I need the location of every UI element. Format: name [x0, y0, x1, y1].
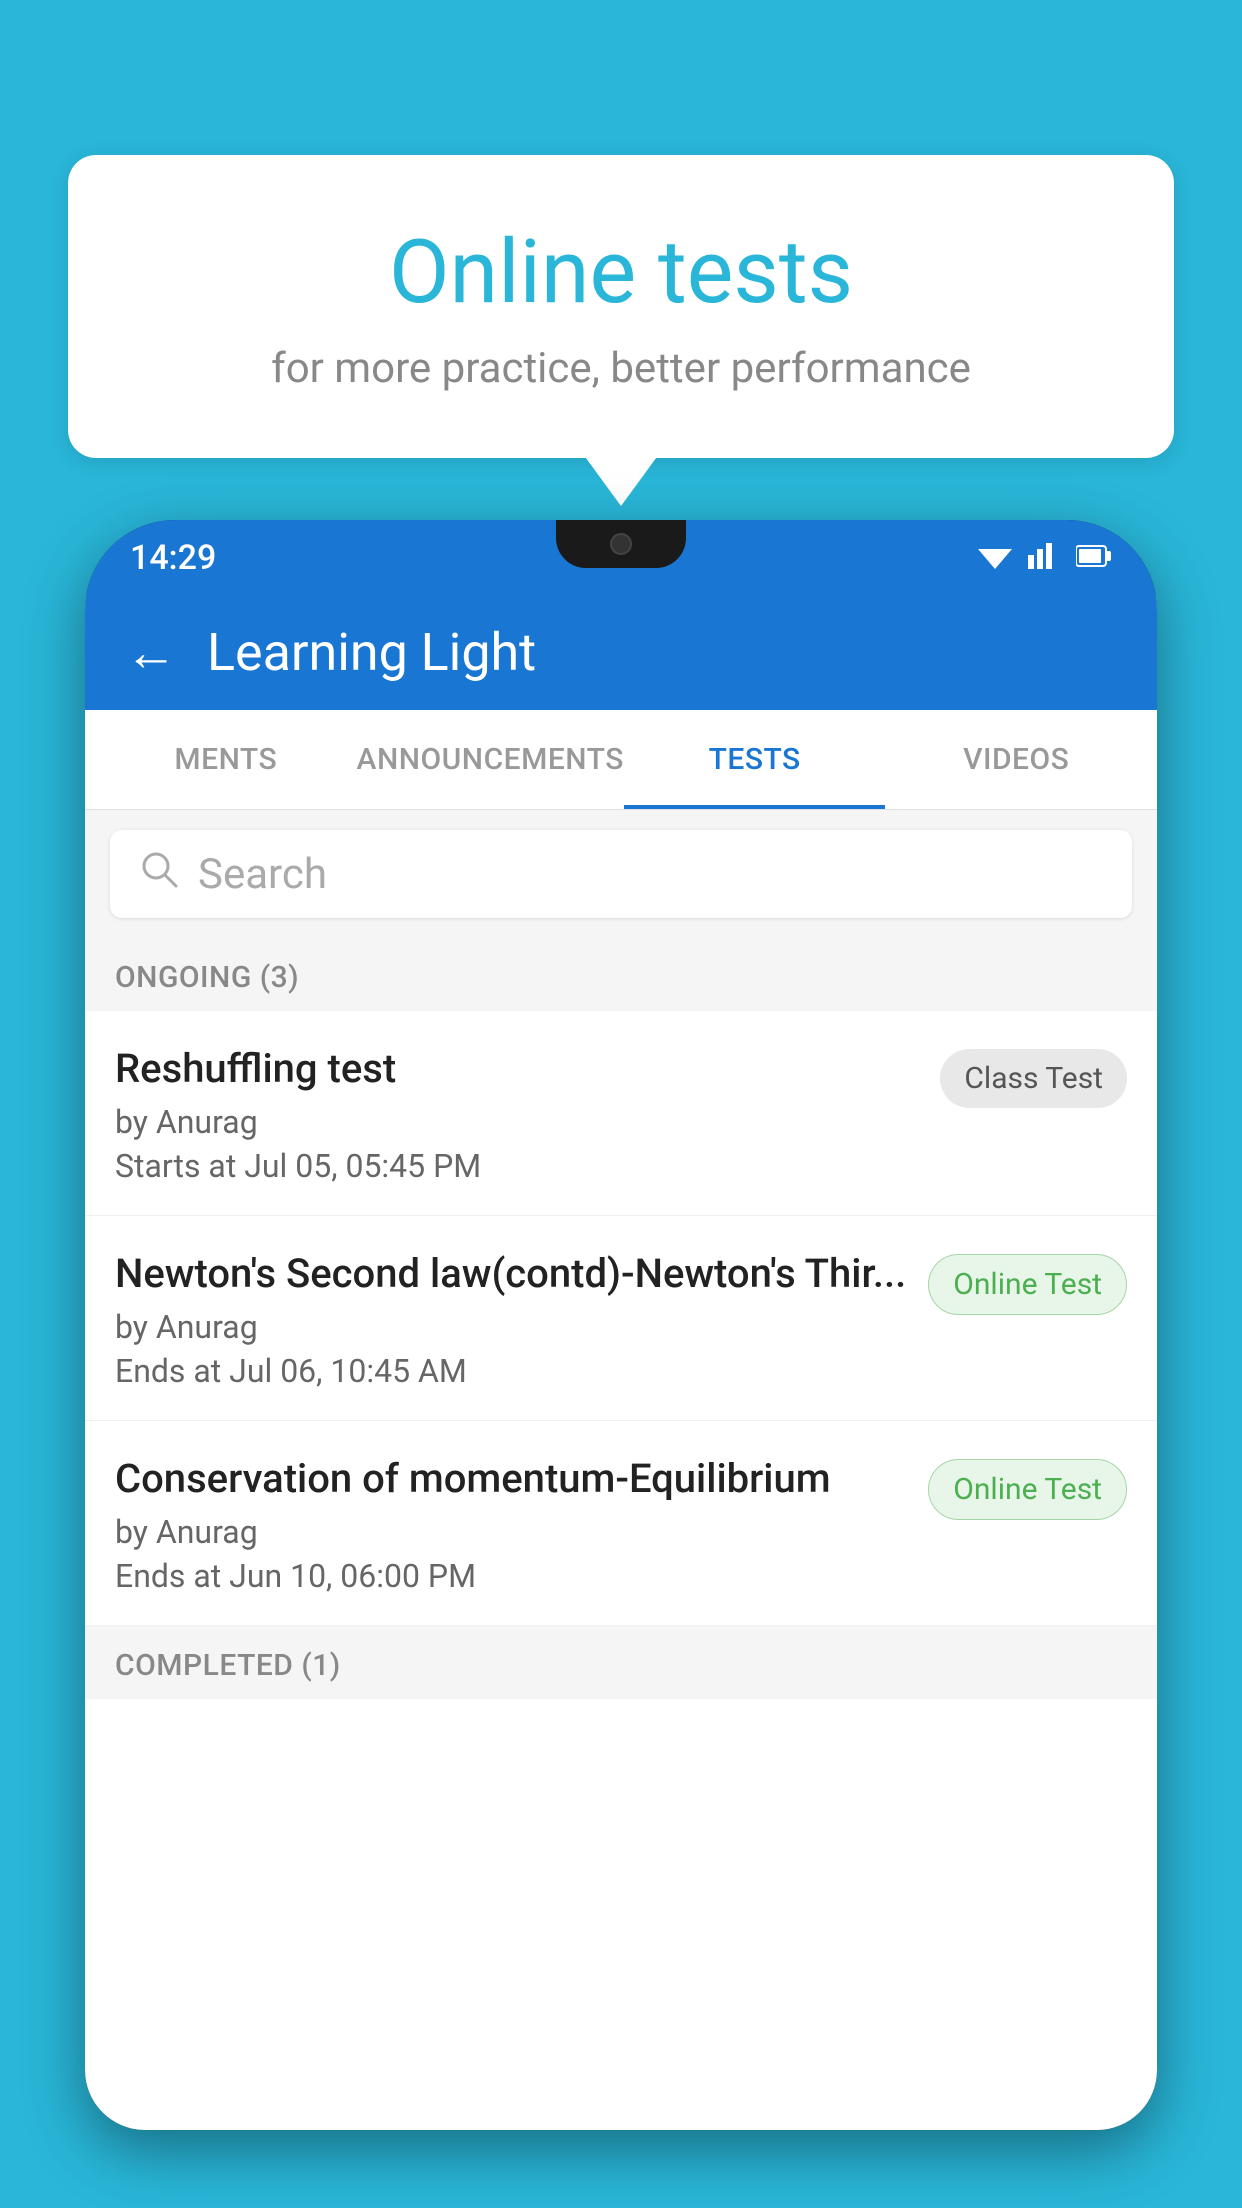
- section-title-ongoing: ONGOING (3): [115, 960, 299, 995]
- battery-icon: [1076, 538, 1112, 578]
- test-badge-2: Online Test: [928, 1254, 1127, 1315]
- test-list: Reshuffling test by Anurag Starts at Jul…: [85, 1011, 1157, 1626]
- phone-screen: ← Learning Light MENTS ANNOUNCEMENTS TES…: [85, 595, 1157, 2130]
- tab-announcements[interactable]: ANNOUNCEMENTS: [357, 710, 624, 809]
- section-header-completed: COMPLETED (1): [85, 1626, 1157, 1699]
- tab-videos[interactable]: VIDEOS: [885, 710, 1147, 809]
- test-time-2: Ends at Jul 06, 10:45 AM: [115, 1352, 908, 1390]
- test-name-1: Reshuffling test: [115, 1043, 920, 1095]
- test-author-2: by Anurag: [115, 1308, 908, 1346]
- speech-bubble: Online tests for more practice, better p…: [68, 155, 1174, 458]
- test-info-2: Newton's Second law(contd)-Newton's Thir…: [115, 1248, 908, 1390]
- phone-wrapper: 14:29: [85, 520, 1157, 2208]
- test-badge-3: Online Test: [928, 1459, 1127, 1520]
- phone-frame: 14:29: [85, 520, 1157, 2130]
- signal-icon: [1028, 538, 1060, 578]
- test-badge-1: Class Test: [940, 1049, 1127, 1108]
- test-item-2[interactable]: Newton's Second law(contd)-Newton's Thir…: [85, 1216, 1157, 1421]
- search-icon: [140, 850, 178, 899]
- test-name-2: Newton's Second law(contd)-Newton's Thir…: [115, 1248, 908, 1300]
- test-author-1: by Anurag: [115, 1103, 920, 1141]
- search-bar-container: Search: [85, 810, 1157, 938]
- test-item-3[interactable]: Conservation of momentum-Equilibrium by …: [85, 1421, 1157, 1626]
- status-time: 14:29: [130, 538, 216, 578]
- back-button[interactable]: ←: [125, 622, 177, 683]
- tabs-bar: MENTS ANNOUNCEMENTS TESTS VIDEOS: [85, 710, 1157, 810]
- bubble-subtitle: for more practice, better performance: [128, 344, 1114, 393]
- section-title-completed: COMPLETED (1): [115, 1648, 341, 1683]
- section-header-ongoing: ONGOING (3): [85, 938, 1157, 1011]
- tab-tests[interactable]: TESTS: [624, 710, 886, 809]
- status-bar: 14:29: [85, 520, 1157, 595]
- search-input-placeholder[interactable]: Search: [198, 850, 327, 899]
- wifi-icon: [978, 538, 1012, 578]
- tab-ments[interactable]: MENTS: [95, 710, 357, 809]
- app-header: ← Learning Light: [85, 595, 1157, 710]
- app-title: Learning Light: [207, 622, 536, 683]
- test-time-3: Ends at Jun 10, 06:00 PM: [115, 1557, 908, 1595]
- status-icons: [978, 538, 1112, 578]
- test-item-1[interactable]: Reshuffling test by Anurag Starts at Jul…: [85, 1011, 1157, 1216]
- bubble-title: Online tests: [128, 225, 1114, 322]
- camera-dot: [610, 533, 632, 555]
- search-bar[interactable]: Search: [110, 830, 1132, 918]
- test-author-3: by Anurag: [115, 1513, 908, 1551]
- test-time-1: Starts at Jul 05, 05:45 PM: [115, 1147, 920, 1185]
- test-info-1: Reshuffling test by Anurag Starts at Jul…: [115, 1043, 920, 1185]
- test-info-3: Conservation of momentum-Equilibrium by …: [115, 1453, 908, 1595]
- notch: [556, 520, 686, 568]
- test-name-3: Conservation of momentum-Equilibrium: [115, 1453, 908, 1505]
- speech-bubble-container: Online tests for more practice, better p…: [68, 155, 1174, 458]
